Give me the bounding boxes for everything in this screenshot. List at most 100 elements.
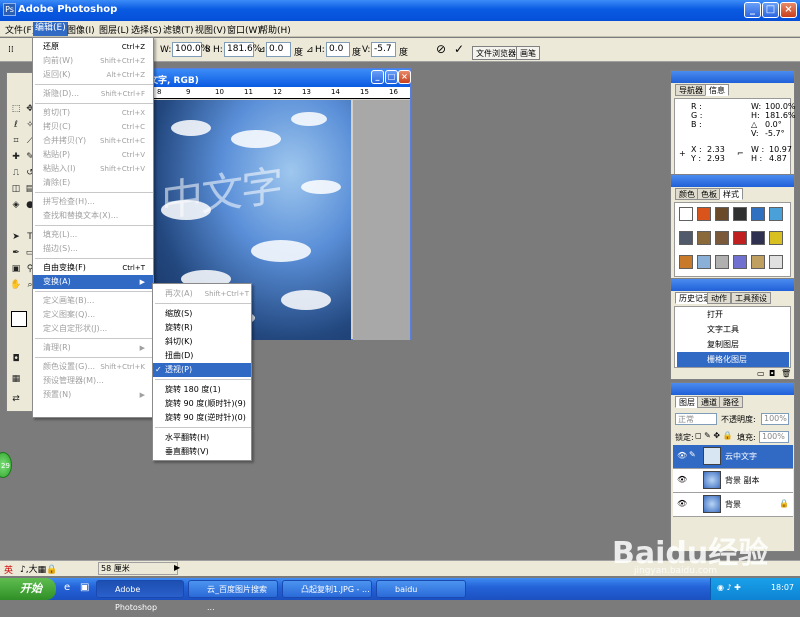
fill-field[interactable]: 100% [759,431,789,443]
ime-indicator[interactable]: 英 [4,563,13,576]
eye-icon[interactable]: 👁 [677,451,687,460]
tab-file-browser[interactable]: 文件浏览器 [472,46,520,60]
foreground-color-swatch[interactable] [11,311,27,327]
style-swatch[interactable] [769,207,783,221]
eraser-tool-icon[interactable]: ◫ [10,183,22,195]
stamp-tool-icon[interactable]: ⎍ [10,167,22,179]
doc-maximize-button[interactable]: □ [385,70,398,84]
tray-icons[interactable]: ◉ ♪ ✚ [717,583,741,592]
style-swatch[interactable] [769,255,783,269]
height-field[interactable]: 181.6% [224,42,261,57]
lasso-tool-icon[interactable]: ℓ [10,119,22,131]
skew-v-field[interactable]: -5.7 [371,42,396,57]
tab-styles[interactable]: 样式 [719,188,743,200]
transform-menu-item[interactable]: 旋转 180 度(1) [153,383,251,397]
transform-menu-item[interactable]: 垂直翻转(V) [153,445,251,459]
transform-menu-item[interactable]: 旋转 90 度(逆时针)(0) [153,411,251,425]
transform-menu-item[interactable]: 扭曲(D) [153,349,251,363]
taskbar-item-browser[interactable]: 云_百度图片搜索 ... [188,580,278,612]
trash-icon[interactable]: 🗑 [781,369,791,378]
edit-menu-item[interactable]: 填充(L)... [33,228,153,242]
tab-brushes[interactable]: 画笔 [516,46,540,60]
menu-layer[interactable]: 图层(L) [97,23,131,36]
transform-menu-item[interactable]: 旋转 90 度(顺时针)(9) [153,397,251,411]
blend-mode-select[interactable]: 正常 [675,413,717,425]
edit-menu-item[interactable]: 定义画笔(B)... [33,294,153,308]
taskbar-item-photoshop[interactable]: Adobe Photoshop [96,580,184,612]
close-button[interactable]: × [780,2,797,18]
transform-menu-item[interactable]: 斜切(K) [153,335,251,349]
history-item[interactable]: 打开 [677,307,789,322]
tab-layers[interactable]: 图层 [675,396,699,408]
style-swatch[interactable] [715,207,729,221]
skew-h-field[interactable]: 0.0 [326,42,350,57]
menu-edit[interactable]: 编辑(E) [33,22,68,36]
edit-menu-item[interactable]: 清理(R) ▶ [33,341,153,355]
style-swatch[interactable] [679,231,693,245]
start-button[interactable]: 开始 [0,578,56,600]
menu-help[interactable]: 帮助(H) [257,23,293,36]
layer-row[interactable]: 👁 背景 副本 [673,469,793,493]
style-swatch[interactable] [679,255,693,269]
ime-icons[interactable]: ♪,大▦🔒 [20,562,57,575]
menu-image[interactable]: 图像(I) [65,23,97,36]
tab-paths[interactable]: 路径 [719,396,743,408]
doc-close-button[interactable]: × [398,70,411,84]
history-item-selected[interactable]: 栅格化图层 [677,352,789,367]
edit-menu-item[interactable]: 返回(K) Alt+Ctrl+Z [33,68,153,82]
tab-color[interactable]: 颜色 [675,188,699,200]
history-item[interactable]: 文字工具 [677,322,789,337]
taskbar-item-baidu[interactable]: baidu [376,580,466,598]
edit-menu-item[interactable]: 拼写检查(H)... [33,195,153,209]
menu-view[interactable]: 视图(V) [193,23,228,36]
notification-badge[interactable]: 29 [0,452,12,478]
edit-menu-item[interactable]: 描边(S)... [33,242,153,256]
edit-menu-item[interactable]: 粘贴入(I) Shift+Ctrl+V [33,162,153,176]
history-item[interactable]: 复制图层 [677,337,789,352]
edit-menu-item[interactable]: 清除(E) [33,176,153,190]
width-field[interactable]: 100.0% [172,42,209,57]
eye-icon[interactable]: 👁 [677,499,687,508]
tab-navigator[interactable]: 导航器 [675,84,707,96]
edit-menu-item[interactable]: 预设管理器(M)... [33,374,153,388]
edit-menu-item[interactable]: 剪切(T) Ctrl+X [33,106,153,120]
menu-filter[interactable]: 滤镜(T) [161,23,196,36]
taskbar-item-image[interactable]: 凸起复制1.JPG - ... [282,580,372,598]
arrow-right-icon[interactable]: ▶ [174,563,180,572]
opacity-field[interactable]: 100% [761,413,789,425]
doc-minimize-button[interactable]: _ [371,70,384,84]
edit-menu-item[interactable]: 渐隐(D)... Shift+Ctrl+F [33,87,153,101]
edit-menu-item[interactable]: 还原 Ctrl+Z [33,40,153,54]
edit-menu-item[interactable]: 颜色设置(G)... Shift+Ctrl+K [33,360,153,374]
lock-icons[interactable]: ◻ ✎ ✥ 🔒 [695,431,733,440]
path-select-icon[interactable]: ➤ [10,231,22,243]
menu-select[interactable]: 选择(S) [129,23,164,36]
edit-menu-item[interactable]: 定义自定形状(J)... [33,322,153,336]
transform-menu-item[interactable]: 缩放(S) [153,307,251,321]
new-snapshot-icon[interactable]: ◘ [769,369,775,378]
style-swatch[interactable] [733,207,747,221]
layer-row[interactable]: 👁 背景 🔒 [673,493,793,517]
eye-icon[interactable]: 👁 [677,475,687,484]
marquee-tool-icon[interactable]: ⬚ [10,103,22,115]
style-swatch[interactable] [751,255,765,269]
transform-menu-item[interactable]: 再次(A) Shift+Ctrl+T [153,287,251,301]
tab-swatches[interactable]: 色板 [697,188,721,200]
edit-menu-item[interactable]: 合并拷贝(Y) Shift+Ctrl+C [33,134,153,148]
tab-actions[interactable]: 动作 [707,292,731,304]
quick-mask-icon[interactable]: ◘ [10,353,22,365]
edit-menu-item[interactable]: 查找和替换文本(X)... [33,209,153,223]
edit-menu-item[interactable]: 定义图案(Q)... [33,308,153,322]
edit-menu-item[interactable]: 拷贝(C) Ctrl+C [33,120,153,134]
style-none-swatch[interactable] [679,207,693,221]
edit-menu-item[interactable]: 预置(N) ▶ [33,388,153,402]
style-swatch[interactable] [697,207,711,221]
style-swatch[interactable] [751,207,765,221]
tab-channels[interactable]: 通道 [697,396,721,408]
pen-tool-icon[interactable]: ✒ [10,247,22,259]
style-swatch[interactable] [733,255,747,269]
blur-tool-icon[interactable]: ◈ [10,199,22,211]
hand-tool-icon[interactable]: ✋ [10,279,22,291]
commit-transform-icon[interactable]: ✓ [454,42,464,56]
tab-tool-presets[interactable]: 工具预设 [731,292,771,304]
